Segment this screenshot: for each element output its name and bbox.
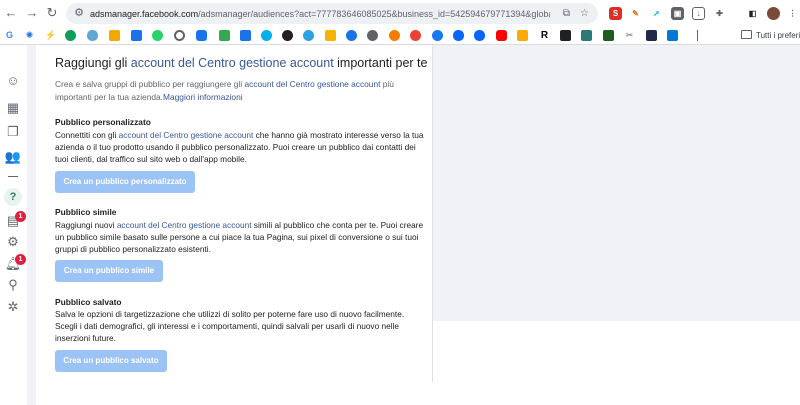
browser-toolbar: ← → ↻ ⚙ adsmanager.facebook.com/adsmanag… bbox=[0, 0, 800, 27]
pages-icon[interactable]: ❐ bbox=[4, 123, 22, 141]
custom-audience-description: Connettiti con gli account del Centro ge… bbox=[55, 129, 427, 165]
arrow-bookmark-icon[interactable]: ⚡ bbox=[45, 30, 56, 41]
title-suffix: importanti per te bbox=[333, 56, 428, 70]
alerts-badge: 1 bbox=[15, 254, 26, 265]
yellow-bookmark-icon[interactable] bbox=[109, 30, 120, 41]
url-path: /adsmanager/audiences?act=77778364608502… bbox=[198, 9, 550, 19]
site-info-icon[interactable]: ⚙ bbox=[72, 6, 86, 20]
install-app-icon[interactable]: ⧉ bbox=[560, 7, 573, 20]
side-panel-icon[interactable]: ◧ bbox=[746, 7, 759, 20]
ads-manager-sidebar: ☺ ▦ ❐ 👥 ? ▤ 1 ⚙ 🔔︎ 1 ⚲ ✲ bbox=[0, 45, 28, 405]
create-lookalike-audience-button[interactable]: Crea un pubblico simile bbox=[55, 260, 163, 282]
bug-report-icon[interactable]: ✲ bbox=[4, 298, 22, 316]
cloud-bookmark-icon[interactable] bbox=[87, 30, 98, 41]
meta-business-bookmark-icon[interactable] bbox=[474, 30, 485, 41]
sidebar-divider bbox=[8, 176, 18, 177]
title-link[interactable]: account del Centro gestione account bbox=[131, 56, 334, 70]
extensions-puzzle-icon[interactable]: ✚ bbox=[713, 7, 726, 20]
blue-doc-bookmark-icon[interactable] bbox=[131, 30, 142, 41]
lookalike-audience-heading: Pubblico simile bbox=[55, 207, 117, 217]
dark-green-bookmark-icon[interactable] bbox=[603, 30, 614, 41]
content-background bbox=[432, 45, 800, 321]
whatsapp-bookmark-icon[interactable] bbox=[152, 30, 163, 41]
bookmark-star-icon[interactable]: ☆ bbox=[578, 7, 591, 20]
settings-gear-icon[interactable]: ⚙ bbox=[4, 233, 22, 251]
c-bookmark-icon[interactable] bbox=[346, 30, 357, 41]
facebook-bookmark-icon[interactable] bbox=[432, 30, 443, 41]
custom-audience-text-1: Connettiti con gli bbox=[55, 130, 119, 140]
reload-icon[interactable]: ↻ bbox=[44, 5, 60, 21]
green-square-bookmark-icon[interactable] bbox=[219, 30, 230, 41]
youtube-bookmark-icon[interactable] bbox=[496, 30, 507, 41]
outlook-bookmark-icon[interactable] bbox=[667, 30, 678, 41]
lookalike-audience-text-1: Raggiungi nuovi bbox=[55, 220, 117, 230]
extension-s-icon[interactable]: S bbox=[609, 7, 622, 20]
lookalike-audience-link[interactable]: account del Centro gestione account bbox=[117, 220, 252, 230]
meta-bookmark-icon[interactable] bbox=[453, 30, 464, 41]
telegram-bookmark-icon[interactable] bbox=[303, 30, 314, 41]
extension-pen-icon[interactable]: ✎ bbox=[629, 7, 642, 20]
google-bookmark-icon[interactable]: G bbox=[4, 30, 15, 41]
panel-bottom-area bbox=[36, 382, 800, 405]
all-bookmarks-label: Tutti i preferiti bbox=[756, 31, 800, 40]
link-bookmark-icon[interactable] bbox=[196, 30, 207, 41]
bookmarks-divider bbox=[697, 30, 698, 41]
pinterest-bookmark-icon[interactable] bbox=[410, 30, 421, 41]
learn-more-link[interactable]: Maggiori informazioni bbox=[163, 92, 243, 102]
url-host: adsmanager.facebook.com bbox=[90, 9, 199, 19]
page-title: Raggiungi gli account del Centro gestion… bbox=[55, 55, 428, 71]
table-icon[interactable]: ▦ bbox=[4, 99, 22, 117]
bookmarks-bar: G ✺ ⚡ R ✂ Tutti i preferiti bbox=[0, 27, 800, 45]
url-text[interactable]: adsmanager.facebook.com/adsmanager/audie… bbox=[90, 7, 550, 21]
notifications-badge: 1 bbox=[15, 211, 26, 222]
dark-circle-bookmark-icon[interactable] bbox=[282, 30, 293, 41]
extension-save-icon[interactable]: ↓ bbox=[692, 7, 705, 20]
extension-arrow-icon[interactable]: ➚ bbox=[650, 7, 663, 20]
analytics-bookmark-icon[interactable] bbox=[325, 30, 336, 41]
address-bar[interactable]: ⚙ adsmanager.facebook.com/adsmanager/aud… bbox=[66, 3, 598, 24]
smiley-icon[interactable]: ☺ bbox=[4, 72, 22, 90]
navy-bookmark-icon[interactable] bbox=[646, 30, 657, 41]
intro-text: Crea e salva gruppi di pubblico per ragg… bbox=[55, 78, 425, 104]
green-bookmark-icon[interactable] bbox=[65, 30, 76, 41]
content-gutter bbox=[27, 45, 36, 405]
saved-audience-text-1: Salva le opzioni di targetizzazione che … bbox=[55, 309, 405, 343]
custom-audience-link[interactable]: account del Centro gestione account bbox=[119, 130, 254, 140]
sparkle-bookmark-icon[interactable]: ✺ bbox=[24, 30, 35, 41]
w-bookmark-icon[interactable] bbox=[581, 30, 592, 41]
intro-text-1: Crea e salva gruppi di pubblico per ragg… bbox=[55, 79, 245, 89]
tool-bookmark-icon[interactable]: ✂ bbox=[624, 30, 635, 41]
black-bookmark-icon[interactable] bbox=[560, 30, 571, 41]
forward-icon[interactable]: → bbox=[24, 5, 40, 21]
audiences-icon[interactable]: 👥 bbox=[4, 148, 22, 166]
skype-bookmark-icon[interactable] bbox=[261, 30, 272, 41]
r-bookmark-icon[interactable]: R bbox=[539, 30, 550, 41]
orange-bookmark-icon[interactable] bbox=[389, 30, 400, 41]
lookalike-audience-description: Raggiungi nuovi account del Centro gesti… bbox=[55, 219, 427, 255]
profile-avatar[interactable] bbox=[767, 7, 780, 20]
folder-icon bbox=[741, 30, 752, 39]
blue-square-bookmark-icon[interactable] bbox=[240, 30, 251, 41]
extension-box-icon[interactable]: ▣ bbox=[671, 7, 684, 20]
back-icon[interactable]: ← bbox=[3, 5, 19, 21]
title-prefix: Raggiungi gli bbox=[55, 56, 131, 70]
custom-audience-heading: Pubblico personalizzato bbox=[55, 117, 151, 127]
create-saved-audience-button[interactable]: Crea un pubblico salvato bbox=[55, 350, 167, 372]
create-custom-audience-button[interactable]: Crea un pubblico personalizzato bbox=[55, 171, 195, 193]
search-icon[interactable]: ⚲ bbox=[4, 276, 22, 294]
saved-audience-heading: Pubblico salvato bbox=[55, 297, 122, 307]
yellow-square-bookmark-icon[interactable] bbox=[517, 30, 528, 41]
all-bookmarks-folder[interactable]: Tutti i preferiti bbox=[741, 29, 800, 42]
saved-audience-description: Salva le opzioni di targetizzazione che … bbox=[55, 308, 427, 344]
help-icon[interactable]: ? bbox=[4, 188, 22, 206]
gray-circle-bookmark-icon[interactable] bbox=[367, 30, 378, 41]
circle-bookmark-icon[interactable] bbox=[174, 30, 185, 41]
intro-link[interactable]: account del Centro gestione account bbox=[244, 79, 380, 89]
browser-menu-icon[interactable]: ⋮ bbox=[786, 7, 799, 20]
